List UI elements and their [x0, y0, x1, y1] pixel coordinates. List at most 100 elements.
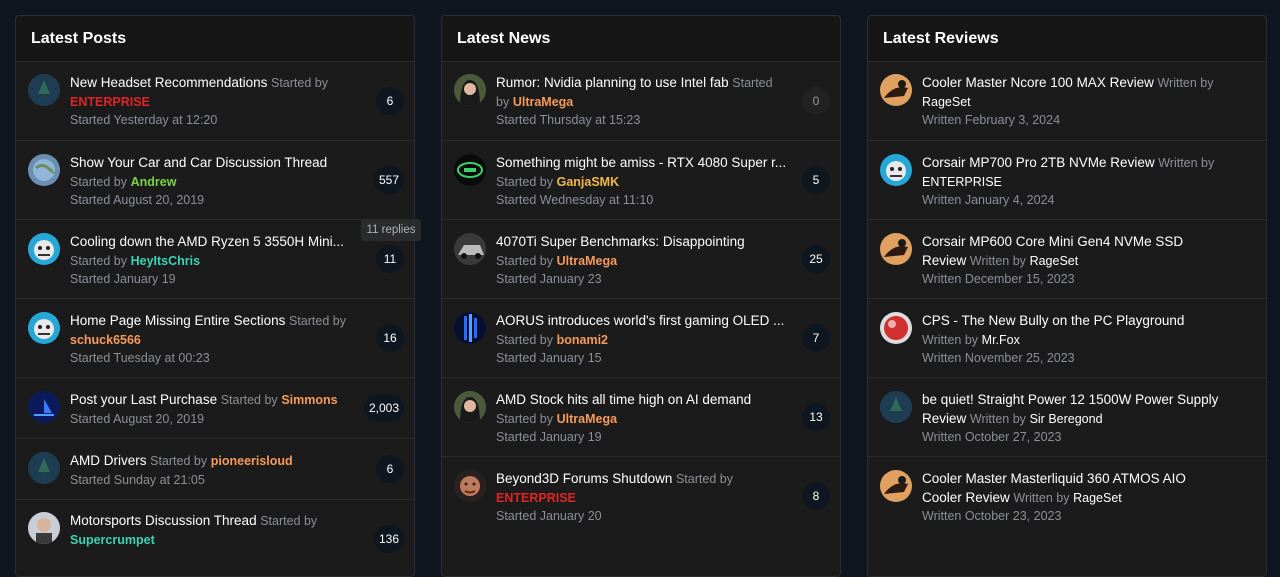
review-item[interactable]: Corsair MP700 Pro 2TB NVMe Review Writte…: [868, 140, 1266, 220]
review-item[interactable]: Cooler Master Ncore 100 MAX Review Writt…: [868, 62, 1266, 140]
review-author[interactable]: RageSet: [922, 95, 971, 109]
post-title[interactable]: Cooling down the AMD Ryzen 5 3550H Mini.…: [70, 233, 362, 252]
post-item[interactable]: Home Page Missing Entire Sections Starte…: [16, 298, 414, 378]
review-date: Written October 27, 2023: [922, 430, 1062, 444]
started-by-label: Started by: [270, 76, 328, 90]
news-title[interactable]: Something might be amiss - RTX 4080 Supe…: [496, 154, 788, 173]
review-item[interactable]: Cooler Master Masterliquid 360 ATMOS AIO…: [868, 456, 1266, 536]
post-author[interactable]: HeyItsChris: [131, 254, 200, 268]
rider-avatar-icon[interactable]: [880, 74, 912, 106]
post-item[interactable]: New Headset Recommendations Started by E…: [16, 62, 414, 140]
review-item[interactable]: be quiet! Straight Power 12 1500W Power …: [868, 377, 1266, 457]
person-avatar-icon[interactable]: [28, 512, 60, 544]
news-item[interactable]: Rumor: Nvidia planning to use Intel fab …: [442, 62, 840, 140]
review-date: Written December 15, 2023: [922, 272, 1075, 286]
review-author[interactable]: RageSet: [1073, 491, 1122, 505]
written-by-label: Written by: [969, 253, 1026, 268]
reply-count-badge: 8: [802, 482, 830, 510]
started-by-label: Started by: [70, 174, 127, 189]
review-title[interactable]: Cooler Master Ncore 100 MAX Review: [922, 75, 1154, 90]
post-author[interactable]: Supercrumpet: [70, 533, 155, 547]
latest-news-panel: Latest News Rumor: Nvidia planning to us…: [441, 15, 841, 577]
started-by-label: Started by: [496, 253, 553, 268]
written-by-label: Written by: [922, 332, 979, 347]
review-author[interactable]: ENTERPRISE: [922, 175, 1002, 189]
post-title[interactable]: New Headset Recommendations: [70, 75, 267, 90]
reply-count-badge: 6: [376, 455, 404, 483]
post-author[interactable]: Andrew: [131, 175, 177, 189]
news-author[interactable]: ENTERPRISE: [496, 491, 576, 505]
post-item[interactable]: Post your Last Purchase Started by Simmo…: [16, 377, 414, 439]
reply-count-badge: 11: [376, 245, 404, 273]
news-author[interactable]: GanjaSMK: [557, 175, 620, 189]
tree-avatar-icon[interactable]: [28, 74, 60, 106]
started-by-label: Started by: [220, 393, 278, 407]
news-item[interactable]: Beyond3D Forums Shutdown Started by ENTE…: [442, 456, 840, 536]
review-title[interactable]: CPS - The New Bully on the PC Playground: [922, 313, 1184, 328]
post-item[interactable]: Cooling down the AMD Ryzen 5 3550H Mini.…: [16, 219, 414, 299]
started-by-label: Started by: [150, 454, 208, 468]
news-item[interactable]: Something might be amiss - RTX 4080 Supe…: [442, 140, 840, 220]
reply-count-badge: 16: [376, 324, 404, 352]
news-date: Started Wednesday at 11:10: [496, 193, 654, 207]
post-date: Started August 20, 2019: [70, 411, 205, 426]
globe-avatar-icon[interactable]: [28, 154, 60, 186]
reply-count-badge: 557: [373, 166, 404, 194]
post-title[interactable]: Show Your Car and Car Discussion Thread: [70, 154, 362, 173]
post-title[interactable]: Home Page Missing Entire Sections: [70, 313, 285, 328]
post-title[interactable]: Motorsports Discussion Thread: [70, 513, 257, 528]
blue-light-avatar-icon[interactable]: [454, 312, 486, 344]
review-author[interactable]: RageSet: [1030, 254, 1079, 268]
review-author[interactable]: Sir Beregond: [1030, 412, 1103, 426]
latest-posts-panel: Latest Posts New Headset Recommendations…: [15, 15, 415, 577]
post-item[interactable]: Show Your Car and Car Discussion Thread …: [16, 140, 414, 220]
face-avatar-icon[interactable]: [454, 470, 486, 502]
tiger-avatar-icon[interactable]: [28, 312, 60, 344]
latest-posts-heading: Latest Posts: [16, 16, 414, 62]
post-author[interactable]: pioneerisloud: [211, 454, 293, 468]
written-by-label: Written by: [1157, 76, 1214, 90]
tree-avatar-icon[interactable]: [880, 391, 912, 423]
tiger-avatar-icon[interactable]: [880, 154, 912, 186]
car-avatar-icon[interactable]: [454, 233, 486, 265]
news-title[interactable]: Rumor: Nvidia planning to use Intel fab: [496, 75, 729, 90]
news-title[interactable]: 4070Ti Super Benchmarks: Disappointing: [496, 234, 745, 249]
tiger-avatar-icon[interactable]: [28, 233, 60, 265]
news-item[interactable]: AMD Stock hits all time high on AI deman…: [442, 377, 840, 457]
news-author[interactable]: UltraMega: [557, 412, 617, 426]
review-item[interactable]: CPS - The New Bully on the PC Playground…: [868, 298, 1266, 378]
badge-avatar-icon[interactable]: [454, 154, 486, 186]
review-date: Written October 23, 2023: [922, 509, 1062, 523]
woman-avatar-icon[interactable]: [454, 74, 486, 106]
post-title[interactable]: AMD Drivers: [70, 453, 147, 468]
news-title[interactable]: AORUS introduces world's first gaming OL…: [496, 312, 788, 331]
review-item[interactable]: Corsair MP600 Core Mini Gen4 NVMe SSD Re…: [868, 219, 1266, 299]
review-author[interactable]: Mr.Fox: [982, 333, 1020, 347]
started-by-label: Started by: [496, 332, 553, 347]
review-title[interactable]: Corsair MP700 Pro 2TB NVMe Review: [922, 155, 1155, 170]
news-item[interactable]: 4070Ti Super Benchmarks: Disappointing S…: [442, 219, 840, 299]
news-author[interactable]: bonami2: [557, 333, 608, 347]
ball-avatar-icon[interactable]: [880, 312, 912, 344]
news-title[interactable]: AMD Stock hits all time high on AI deman…: [496, 392, 751, 407]
news-author[interactable]: UltraMega: [513, 95, 573, 109]
reply-count-badge: 5: [802, 166, 830, 194]
post-item[interactable]: Motorsports Discussion Thread Started by…: [16, 499, 414, 576]
post-author[interactable]: schuck6566: [70, 333, 141, 347]
woman-avatar-icon[interactable]: [454, 391, 486, 423]
reply-count-badge: 13: [802, 403, 830, 431]
sailboat-avatar-icon[interactable]: [28, 391, 60, 423]
rider-avatar-icon[interactable]: [880, 470, 912, 502]
news-item[interactable]: AORUS introduces world's first gaming OL…: [442, 298, 840, 378]
news-title[interactable]: Beyond3D Forums Shutdown: [496, 471, 672, 486]
tree-avatar-icon[interactable]: [28, 452, 60, 484]
rider-avatar-icon[interactable]: [880, 233, 912, 265]
review-date: Written January 4, 2024: [922, 193, 1055, 207]
reply-count-badge: 2,003: [363, 394, 404, 422]
post-item[interactable]: AMD Drivers Started by pioneerisloud Sta…: [16, 438, 414, 500]
post-title[interactable]: Post your Last Purchase: [70, 392, 217, 407]
started-by-label: Started by: [260, 514, 318, 528]
news-author[interactable]: UltraMega: [557, 254, 617, 268]
post-author[interactable]: Simmons: [281, 393, 337, 407]
post-author[interactable]: ENTERPRISE: [70, 95, 150, 109]
